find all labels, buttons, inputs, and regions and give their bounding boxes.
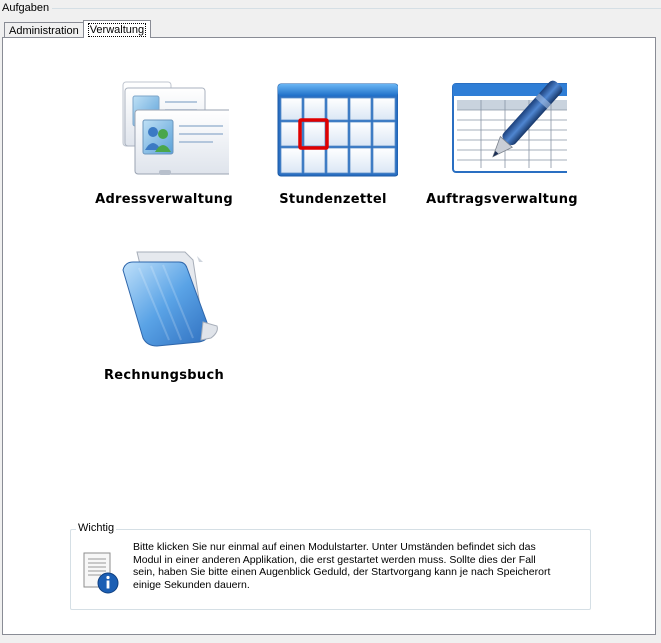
tab-administration[interactable]: Administration [4,22,84,38]
module-rechnungsbuch[interactable]: Rechnungsbuch [84,240,244,383]
group-title: Aufgaben [2,2,53,14]
module-adressverwaltung[interactable]: Adressverwaltung [84,80,244,207]
module-auftragsverwaltung-label: Auftragsverwaltung [426,192,578,207]
module-stundenzettel-label: Stundenzettel [279,192,387,207]
info-line: sein, haben Sie bitte einen Augenblick G… [133,566,551,578]
info-line: einige Sekunden dauern. [133,578,250,591]
info-text: Bitte klicken Sie nur einmal auf einen M… [133,541,573,591]
address-cards-icon [122,81,229,175]
tab-bar: Administration Verwaltung [4,20,152,38]
module-rechnungsbuch-label: Rechnungsbuch [103,368,225,383]
calendar-grid-icon [277,83,398,177]
module-adressverwaltung-label: Adressverwaltung [95,192,233,207]
tab-panel: Adressverwaltung Stundenzettel Auftragsv… [2,37,656,635]
info-line: Bitte klicken Sie nur einmal auf einen M… [133,541,536,553]
spreadsheet-pen-icon [452,80,567,173]
module-stundenzettel[interactable]: Stundenzettel [253,80,413,207]
tab-verwaltung[interactable]: Verwaltung [82,20,152,38]
info-legend: Wichtig [76,522,117,534]
document-info-icon [83,552,119,594]
group-divider [52,8,661,9]
info-line: Modul in einer anderen Applikation, die … [133,553,536,566]
module-auftragsverwaltung[interactable]: Auftragsverwaltung [422,80,582,207]
tab-administration-label: Administration [9,25,79,37]
blue-folder-icon [122,251,218,347]
info-box: Wichtig Bitte klicken Sie nur einmal auf… [70,522,591,610]
tab-verwaltung-label: Verwaltung [87,23,147,37]
